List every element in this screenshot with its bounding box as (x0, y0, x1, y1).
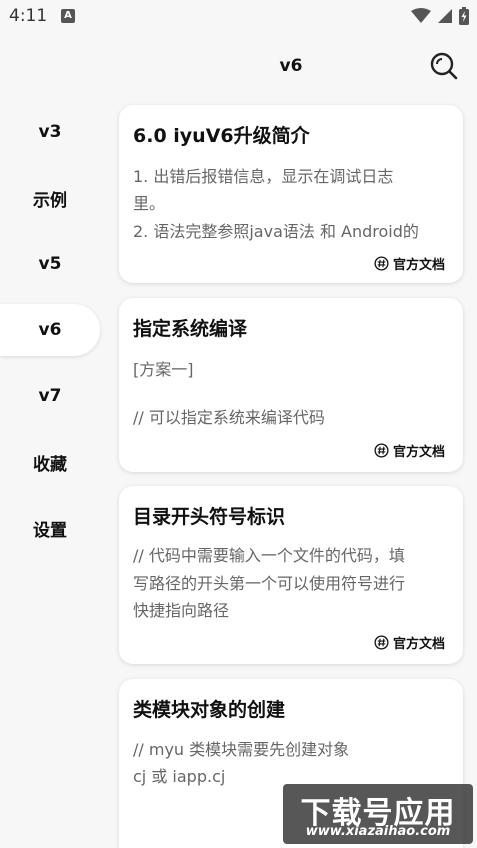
hashtag-icon (374, 635, 389, 650)
sidebar-item-examples[interactable]: 示例 (0, 172, 100, 224)
sidebar-item-favorites[interactable]: 收藏 (0, 436, 100, 488)
status-icons (411, 6, 469, 26)
hashtag-icon (374, 256, 389, 271)
card-text-line: 快捷指向路径 (133, 601, 230, 620)
card-text-line: // 可以指定系统来编译代码 (133, 408, 325, 427)
official-docs-link[interactable]: 官方文档 (374, 441, 445, 460)
card-text-line: 写路径的开头第一个可以使用符号进行 (133, 574, 406, 593)
wifi-icon (411, 8, 431, 23)
card-text-line: // myu 类模块需要先创建对象 (133, 740, 350, 759)
hashtag-icon (374, 443, 389, 458)
sidebar-item-settings[interactable]: 设置 (0, 502, 100, 554)
card-title: 指定系统编译 (133, 318, 248, 340)
sidebar-item-v6[interactable]: v6 (0, 304, 100, 356)
accessibility-badge-icon: A (61, 9, 75, 23)
doc-card[interactable]: 6.0 iyuV6升级简介 1. 出错后报错信息，显示在调试日志 里。 2. 语… (119, 105, 463, 283)
app-bar: v6 (0, 40, 477, 92)
battery-charging-icon (459, 7, 469, 25)
search-button[interactable] (428, 50, 460, 82)
sidebar-item-v5[interactable]: v5 (0, 238, 100, 290)
watermark-logo: 下载号应用 www.xiazaihao.com (283, 784, 473, 844)
status-bar: 4:11 A (0, 0, 477, 32)
card-text-line: // 代码中需要输入一个文件的代码，填 (133, 546, 405, 565)
sidebar-item-v3[interactable]: v3 (0, 106, 100, 158)
card-title: 6.0 iyuV6升级简介 (133, 125, 310, 147)
card-text-line: cj 或 iapp.cj (133, 767, 226, 786)
card-text-line: 里。 (133, 194, 166, 213)
card-text-line: 1. 出错后报错信息，显示在调试日志 (133, 167, 394, 186)
status-time: 4:11 (9, 6, 48, 26)
doc-card[interactable]: 目录开头符号标识 // 代码中需要输入一个文件的代码，填 写路径的开头第一个可以… (119, 486, 463, 664)
official-docs-link[interactable]: 官方文档 (374, 633, 445, 652)
search-icon (430, 52, 458, 80)
card-text-line: 2. 语法完整参照java语法 和 Android的 (133, 222, 419, 241)
card-title: 类模块对象的创建 (133, 699, 286, 721)
sidebar-item-v7[interactable]: v7 (0, 370, 100, 422)
card-title: 目录开头符号标识 (133, 506, 286, 528)
doc-card[interactable]: 指定系统编译 [方案一] // 可以指定系统来编译代码 官方文档 (119, 298, 463, 472)
official-docs-link[interactable]: 官方文档 (374, 254, 445, 273)
signal-icon (438, 9, 452, 23)
watermark-url: www.xiazaihao.com (305, 824, 451, 839)
card-text-line: [方案一] (133, 360, 194, 379)
page-title: v6 (279, 56, 303, 76)
